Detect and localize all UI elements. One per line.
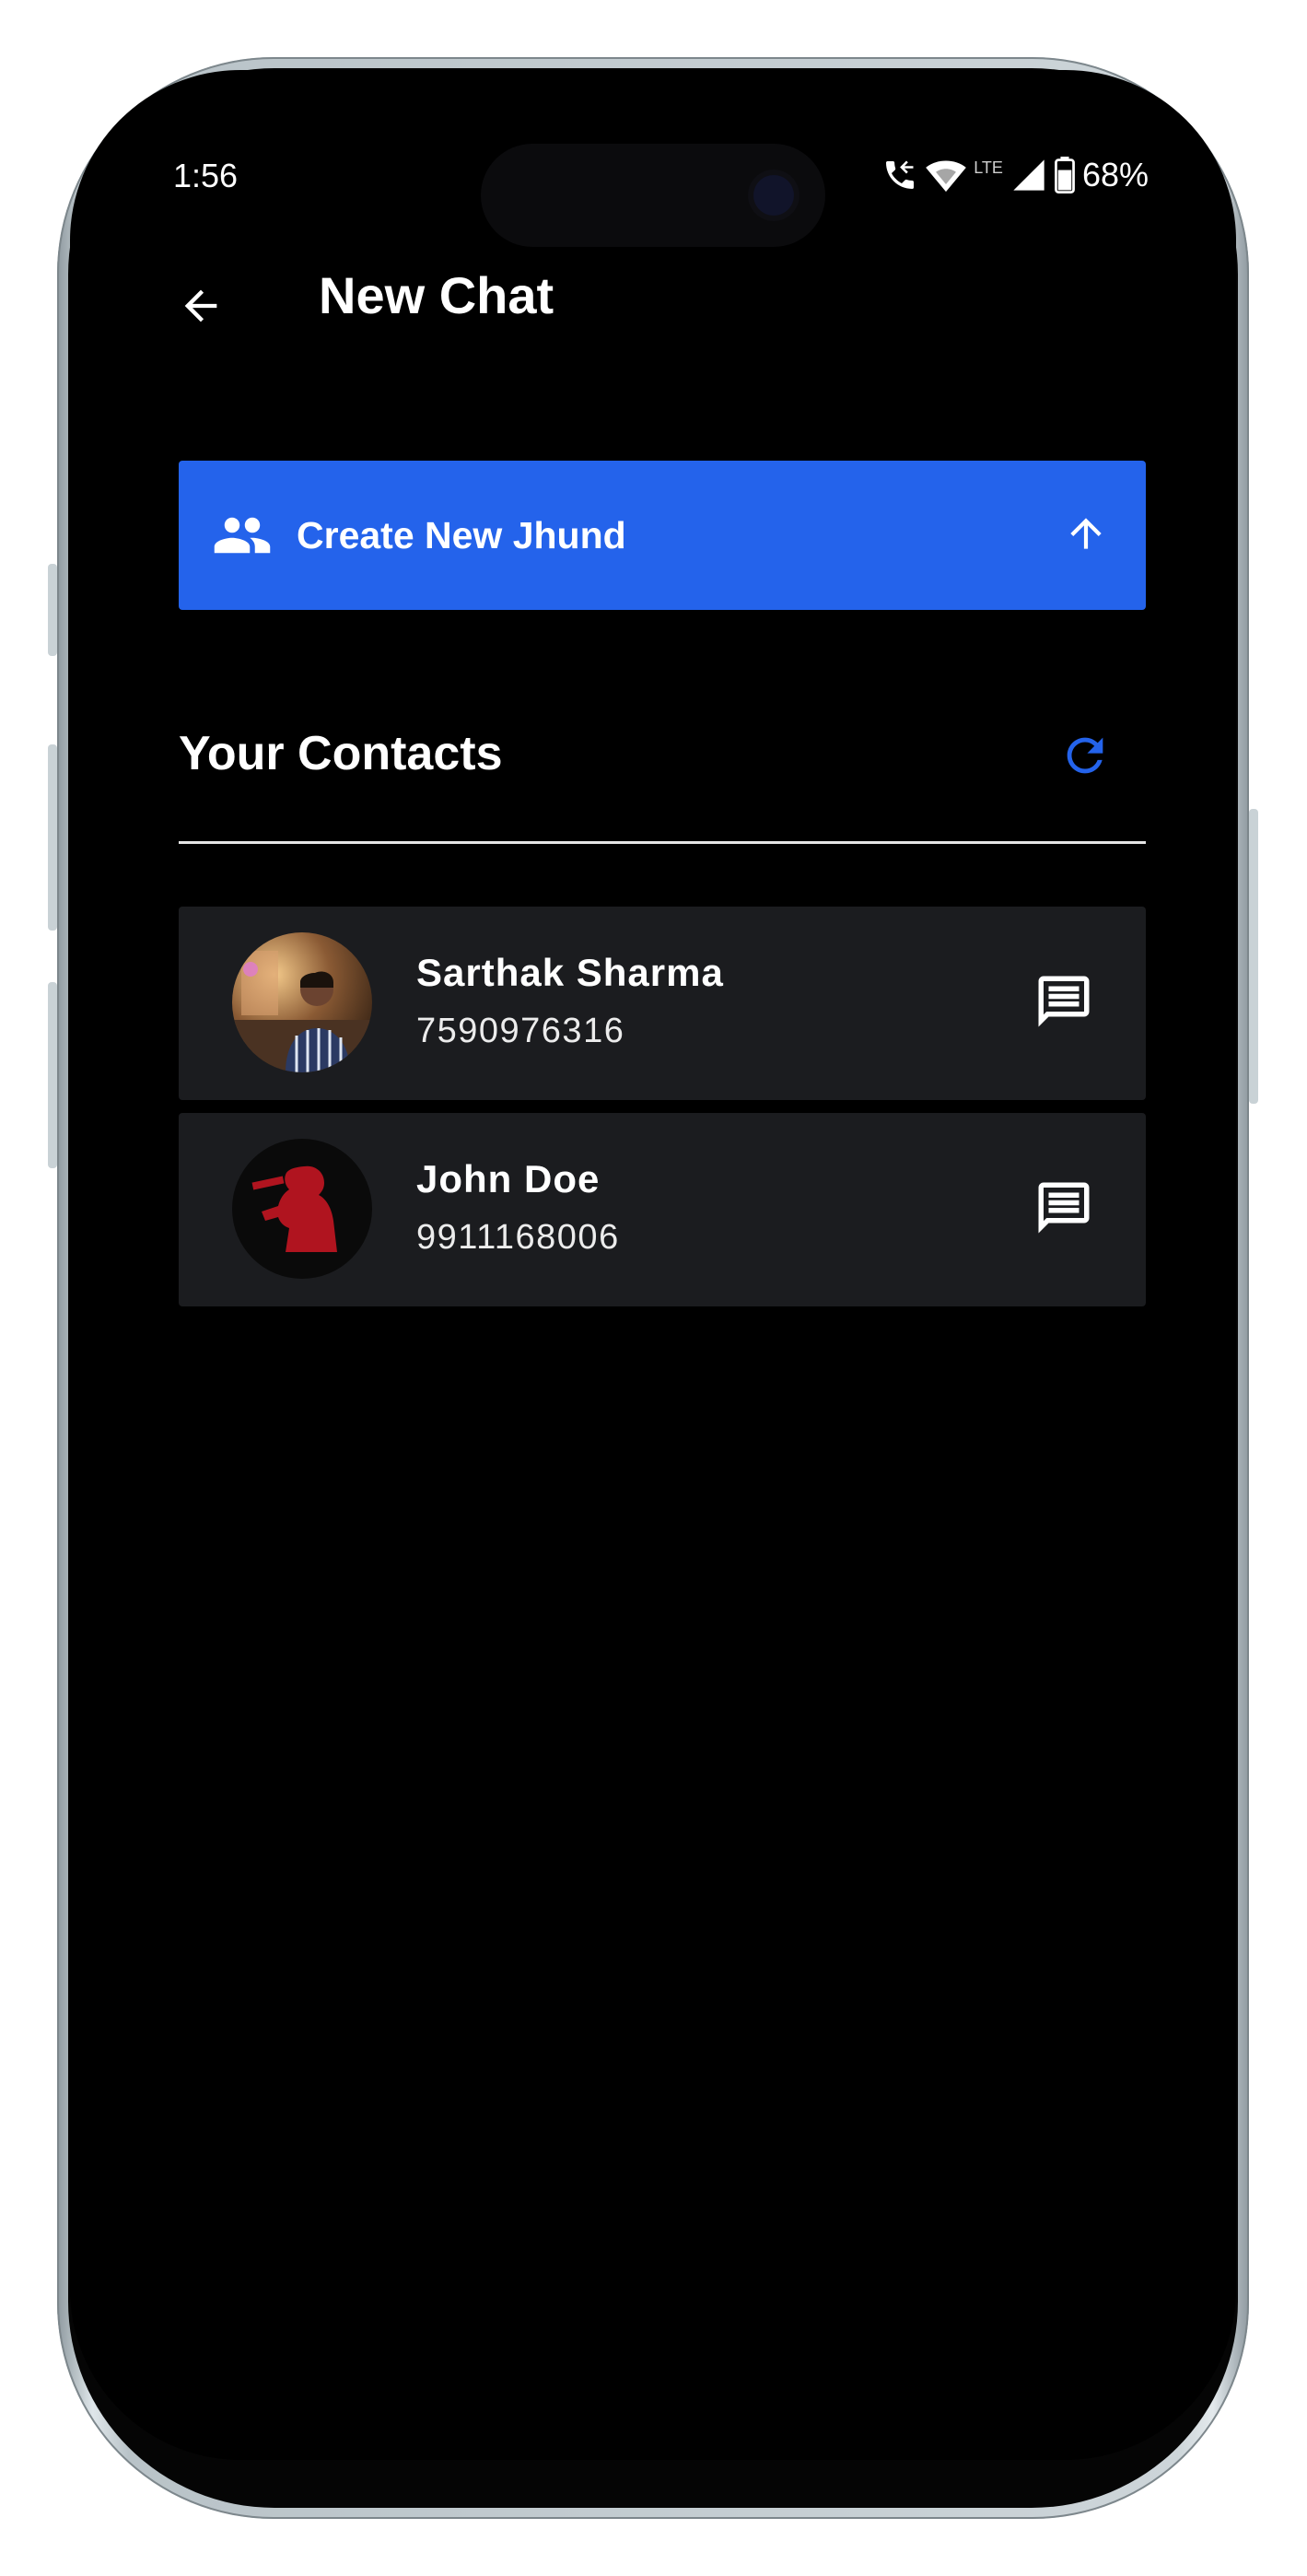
contact-name: John Doe	[416, 1157, 601, 1200]
wifi-icon	[926, 157, 967, 193]
refresh-icon	[1058, 729, 1112, 786]
battery-icon	[1055, 157, 1075, 193]
message-icon	[1033, 971, 1094, 1036]
power-button	[1249, 809, 1258, 1104]
volume-down-button	[48, 982, 57, 1168]
message-button[interactable]	[1033, 1179, 1094, 1240]
dynamic-island	[481, 144, 825, 247]
contact-card[interactable]: John Doe 9911168006	[179, 1113, 1146, 1306]
screen: 1:56 LTE 68% New Chat Create New Jhund Y…	[70, 70, 1236, 2460]
status-icons: LTE 68%	[881, 155, 1149, 195]
volume-up-button	[48, 744, 57, 931]
section-divider	[179, 841, 1146, 844]
contact-card[interactable]: Sarthak Sharma 7590976316	[179, 907, 1146, 1100]
arrow-left-icon	[177, 282, 225, 334]
battery-percent: 68%	[1081, 156, 1149, 193]
avatar	[232, 1139, 372, 1279]
arrow-up-icon	[1063, 510, 1109, 560]
avatar	[232, 932, 372, 1072]
refresh-button[interactable]	[1057, 730, 1113, 785]
action-button	[48, 564, 57, 656]
contact-phone: 9911168006	[416, 1218, 620, 1257]
cell-signal-icon	[1010, 157, 1047, 193]
back-button[interactable]	[173, 280, 228, 335]
page-title: New Chat	[319, 266, 554, 324]
message-icon	[1033, 1177, 1094, 1242]
contact-name: Sarthak Sharma	[416, 951, 724, 994]
contacts-section-title: Your Contacts	[179, 727, 503, 780]
message-button[interactable]	[1033, 973, 1094, 1034]
status-time: 1:56	[173, 157, 239, 194]
network-type: LTE	[974, 158, 1003, 177]
create-new-jhund-label: Create New Jhund	[297, 513, 626, 556]
create-new-jhund-button[interactable]: Create New Jhund	[179, 461, 1146, 610]
contact-phone: 7590976316	[416, 1012, 625, 1050]
wifi-calling-icon	[881, 157, 918, 193]
group-icon	[212, 505, 273, 566]
front-camera	[753, 175, 794, 216]
